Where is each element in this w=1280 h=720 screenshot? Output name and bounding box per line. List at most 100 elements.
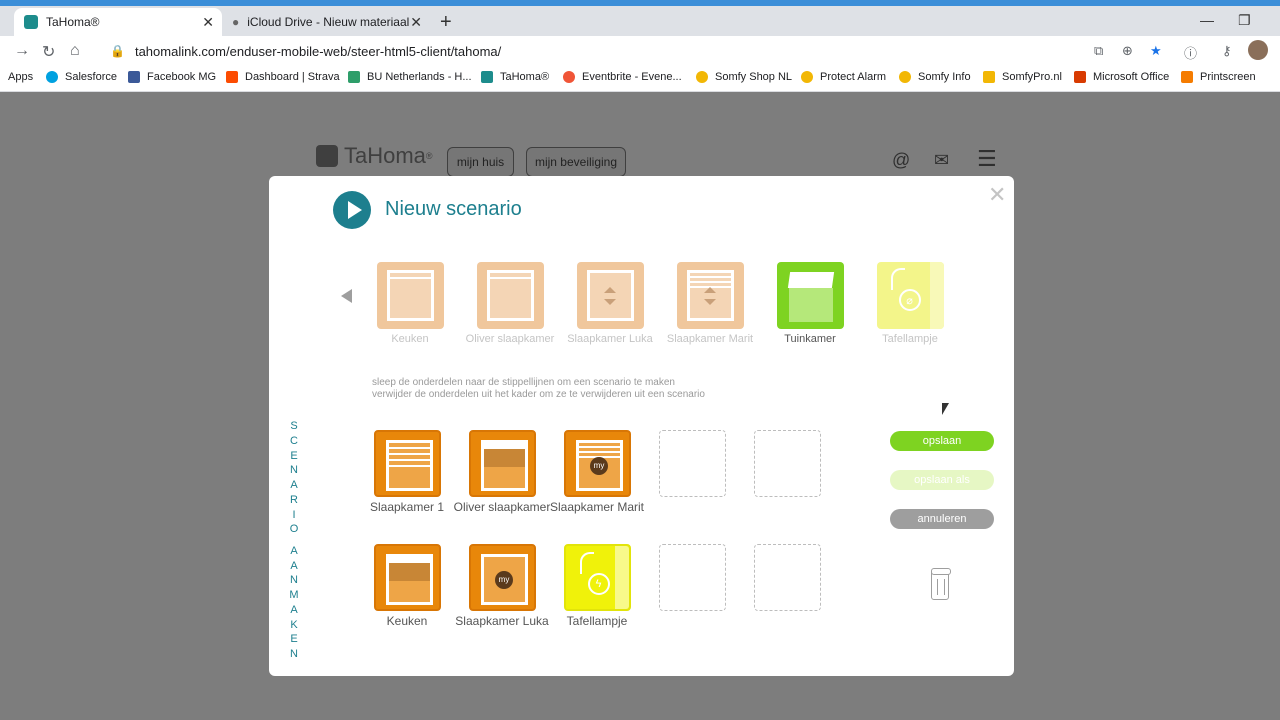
trash-icon[interactable] [931, 568, 951, 600]
bookmark-bu-netherlands[interactable]: BU Netherlands - H... [348, 71, 472, 83]
extension-icon[interactable]: ⓘ [1184, 43, 1197, 62]
reload-icon[interactable]: ↻ [42, 42, 55, 62]
minimize-icon[interactable]: — [1200, 12, 1214, 28]
new-scenario-dialog: ✕ Nieuw scenario Keuken Oliver slaapkame… [269, 176, 1014, 676]
shutter-half-icon [468, 430, 536, 497]
room-label: Slaapkamer Marit [666, 333, 754, 345]
address-bar-row: → ↻ ⌂ 🔒 tahomalink.com/enduser-mobile-we… [0, 36, 1280, 66]
blind-slats-icon [676, 262, 744, 329]
bookmark-somfy-shop[interactable]: Somfy Shop NL [696, 71, 792, 83]
slot-label: Tafellampje [566, 614, 628, 628]
url-text: tahomalink.com/enduser-mobile-web/steer-… [134, 43, 502, 59]
tahoma-house-icon [481, 71, 493, 83]
tab-label: mijn beveiliging [534, 155, 618, 169]
slot-label: Slaapkamer Marit [549, 500, 645, 514]
profile-avatar[interactable] [1248, 40, 1268, 60]
garden-awning-icon [776, 262, 844, 329]
bookmark-label: Microsoft Office [1093, 71, 1170, 83]
empty-scenario-slot[interactable] [659, 430, 726, 497]
scenario-slot-slaapkamer-1[interactable]: Slaapkamer 1 [357, 430, 457, 513]
url-field[interactable]: 🔒 tahomalink.com/enduser-mobile-web/stee… [104, 40, 1114, 62]
mail-icon[interactable]: ✉ [934, 150, 949, 171]
bookmark-tahoma[interactable]: TaHoma® [481, 71, 549, 83]
close-icon[interactable]: ✕ [988, 182, 1006, 208]
office-icon [1074, 71, 1086, 83]
bookmark-salesforce[interactable]: Salesforce [46, 71, 117, 83]
user-at-icon[interactable]: @ [892, 150, 910, 171]
bookmark-apps[interactable]: Apps [0, 71, 33, 83]
bookmark-label: Dashboard | Strava [245, 71, 340, 83]
empty-scenario-slot[interactable] [659, 544, 726, 611]
bookmark-facebook[interactable]: Facebook MG [128, 71, 216, 83]
bookmark-microsoft-office[interactable]: Microsoft Office [1074, 71, 1169, 83]
close-tab-icon[interactable]: ✕ [410, 14, 422, 31]
new-tab-button[interactable]: + [440, 11, 452, 34]
puzzle-icon [348, 71, 360, 83]
bookmarks-bar: Apps Salesforce Facebook MG Dashboard | … [0, 66, 1280, 92]
play-icon [333, 191, 371, 229]
room-tafellampje[interactable]: ⌀ Tafellampje [860, 262, 960, 346]
bookmark-label: Protect Alarm [820, 71, 887, 83]
printscreen-icon [1181, 71, 1193, 83]
room-label: Tafellampje [882, 333, 938, 345]
room-oliver-slaapkamer[interactable]: Oliver slaapkamer [460, 262, 560, 346]
room-slaapkamer-luka[interactable]: Slaapkamer Luka [560, 262, 660, 346]
close-tab-icon[interactable]: ✕ [202, 14, 214, 31]
key-icon[interactable]: ⚷ [1222, 43, 1232, 59]
back-icon[interactable]: → [14, 42, 30, 60]
cancel-button[interactable]: annuleren [890, 509, 994, 529]
bookmark-strava[interactable]: Dashboard | Strava [226, 71, 340, 83]
room-label: Slaapkamer Luka [567, 333, 653, 345]
slot-label: Slaapkamer Luka [455, 614, 549, 628]
zoom-icon[interactable]: ⊕ [1122, 43, 1133, 59]
bookmark-star-icon[interactable]: ★ [1150, 43, 1162, 59]
apple-favicon: ● [232, 15, 240, 29]
room-keuken[interactable]: Keuken [360, 262, 460, 346]
room-label: Keuken [391, 333, 429, 345]
save-as-button[interactable]: opslaan als [890, 470, 994, 490]
scenario-slot-oliver-slaapkamer[interactable]: Oliver slaapkamer [452, 430, 552, 513]
bookmark-somfypro[interactable]: SomfyPro.nl [983, 71, 1062, 83]
bookmark-label: Somfy Info [918, 71, 971, 83]
room-label: Tuinkamer [784, 333, 836, 345]
translate-icon[interactable]: ⧉ [1094, 43, 1103, 59]
tab-title: TaHoma® [46, 15, 100, 29]
shutter-my-icon: my [468, 544, 536, 611]
strava-icon [226, 71, 238, 83]
bookmark-printscreen[interactable]: Printscreen [1181, 71, 1256, 83]
menu-icon[interactable]: ☰ [977, 146, 997, 172]
tab-tahoma[interactable]: TaHoma® ✕ [14, 8, 222, 36]
bookmark-label: Printscreen [1200, 71, 1256, 83]
scenario-slot-keuken[interactable]: Keuken [357, 544, 457, 627]
tab-mijn-beveiliging[interactable]: mijn beveiliging [526, 147, 626, 177]
somfy-icon [696, 71, 708, 83]
vertical-section-label: SCENARIOAANMAKEN [289, 420, 299, 660]
room-tuinkamer[interactable]: Tuinkamer [760, 262, 860, 346]
bookmark-label: Somfy Shop NL [715, 71, 793, 83]
empty-scenario-slot[interactable] [754, 544, 821, 611]
scenario-slot-slaapkamer-luka[interactable]: my Slaapkamer Luka [452, 544, 552, 627]
scenario-slot-slaapkamer-marit[interactable]: my Slaapkamer Marit [547, 430, 647, 513]
bookmark-label: Apps [8, 71, 34, 83]
shutter-half-icon [373, 544, 441, 611]
bookmark-label: Salesforce [65, 71, 117, 83]
salesforce-cloud-icon [46, 71, 58, 83]
bookmark-label: SomfyPro.nl [1002, 71, 1062, 83]
save-button[interactable]: opslaan [890, 431, 994, 451]
plug-on-icon: ϟ [563, 544, 631, 611]
dialog-title: Nieuw scenario [385, 198, 522, 220]
restore-icon[interactable]: ❐ [1238, 12, 1251, 29]
bookmark-somfy-info[interactable]: Somfy Info [899, 71, 971, 83]
empty-scenario-slot[interactable] [754, 430, 821, 497]
bookmark-protect-alarm[interactable]: Protect Alarm [801, 71, 886, 83]
tab-mijn-huis[interactable]: mijn huis [447, 147, 514, 177]
tab-title: iCloud Drive - Nieuw materiaal [247, 15, 410, 29]
carousel-prev-arrow-icon[interactable] [341, 289, 352, 303]
tab-icloud[interactable]: ● iCloud Drive - Nieuw materiaal ✕ [222, 8, 430, 36]
bookmark-eventbrite[interactable]: Eventbrite - Evene... [563, 71, 682, 83]
scenario-slot-tafellampje[interactable]: ϟ Tafellampje [547, 544, 647, 627]
room-slaapkamer-marit[interactable]: Slaapkamer Marit [660, 262, 760, 346]
somfypro-icon [983, 71, 995, 83]
house-icon [316, 145, 338, 167]
home-icon[interactable]: ⌂ [70, 42, 80, 60]
